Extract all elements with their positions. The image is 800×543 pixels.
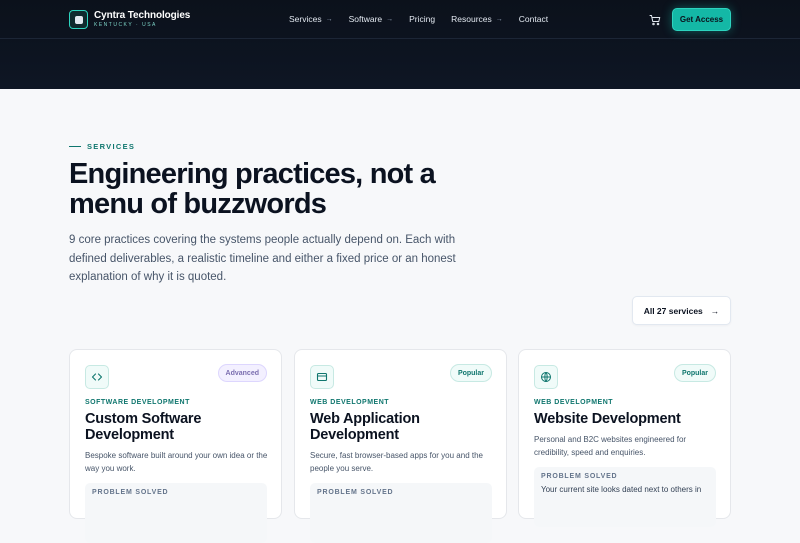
browser-window-icon <box>310 365 334 389</box>
nav-item-label: Software <box>348 14 383 24</box>
nav-item-label: Resources <box>451 14 492 24</box>
card-category: SOFTWARE DEVELOPMENT <box>85 399 190 406</box>
nav-item-resources[interactable]: Resources → <box>451 14 503 24</box>
nav-item-label: Pricing <box>409 14 436 24</box>
cart-icon[interactable] <box>649 13 661 26</box>
arrow-right-icon: → <box>710 305 720 316</box>
popularity-badge: Popular <box>449 364 492 382</box>
section-description: 9 core practices covering the systems pe… <box>69 234 456 283</box>
service-card-custom-software[interactable]: Advanced SOFTWARE DEVELOPMENT Custom Sof… <box>69 349 282 543</box>
main-menu: Services → Software → Pricing Resources … <box>289 14 564 24</box>
nav-item-label: Contact <box>518 14 549 24</box>
problem-solved-box: PROBLEM SOLVED <box>85 483 267 543</box>
problem-label: PROBLEM SOLVED <box>317 489 394 496</box>
card-category: WEB DEVELOPMENT <box>534 399 614 406</box>
popularity-badge: Popular <box>673 364 716 382</box>
nav-item-contact[interactable]: Contact <box>519 14 548 24</box>
arrow-right-icon: → <box>325 15 333 23</box>
nav-item-pricing[interactable]: Pricing <box>409 14 435 24</box>
brand-name: Cyntra Technologies <box>94 10 191 21</box>
arrow-right-icon: → <box>386 15 394 23</box>
problem-label: PROBLEM SOLVED <box>92 489 169 496</box>
navbar: Cyntra Technologies KENTUCKY · USA Servi… <box>0 0 800 39</box>
level-badge: Advanced <box>217 364 267 382</box>
logo-mark-icon <box>69 10 88 29</box>
card-description: Personal and B2C websites engineered for… <box>534 435 687 457</box>
globe-icon <box>534 365 558 389</box>
arrow-right-icon: → <box>495 15 503 23</box>
problem-text: Your current site looks dated next to ot… <box>541 485 702 494</box>
section-eyebrow: SERVICES <box>69 142 135 151</box>
card-title: Web Application Development <box>310 411 420 443</box>
problem-label: PROBLEM SOLVED <box>541 473 618 480</box>
card-category: WEB DEVELOPMENT <box>310 399 390 406</box>
eyebrow-rule <box>69 146 81 147</box>
eyebrow-label: SERVICES <box>87 142 136 151</box>
get-access-button[interactable]: Get Access <box>672 8 731 31</box>
card-title: Custom Software Development <box>85 411 202 443</box>
card-description: Secure, fast browser-based apps for you … <box>310 451 483 473</box>
card-title: Website Development <box>534 411 681 427</box>
card-description: Bespoke software built around your own i… <box>85 451 268 473</box>
service-card-web-application[interactable]: Popular WEB DEVELOPMENT Web Application … <box>294 349 507 543</box>
brand-location: KENTUCKY · USA <box>94 22 157 28</box>
problem-solved-box: PROBLEM SOLVED Your current site looks d… <box>534 467 716 527</box>
nav-item-services[interactable]: Services → <box>289 14 333 24</box>
service-card-website-development[interactable]: Popular WEB DEVELOPMENT Website Developm… <box>518 349 731 527</box>
problem-solved-box: PROBLEM SOLVED <box>310 483 492 543</box>
nav-item-label: Services <box>289 14 322 24</box>
code-icon <box>85 365 109 389</box>
site-header: Cyntra Technologies KENTUCKY · USA Servi… <box>0 0 800 89</box>
brand-logo[interactable]: Cyntra Technologies KENTUCKY · USA <box>69 10 190 29</box>
all-services-label: All 27 services <box>643 305 703 316</box>
all-services-button[interactable]: All 27 services → <box>632 296 731 325</box>
nav-item-software[interactable]: Software → <box>349 14 394 24</box>
page-title: Engineering practices, not a menu of buz… <box>69 158 436 220</box>
